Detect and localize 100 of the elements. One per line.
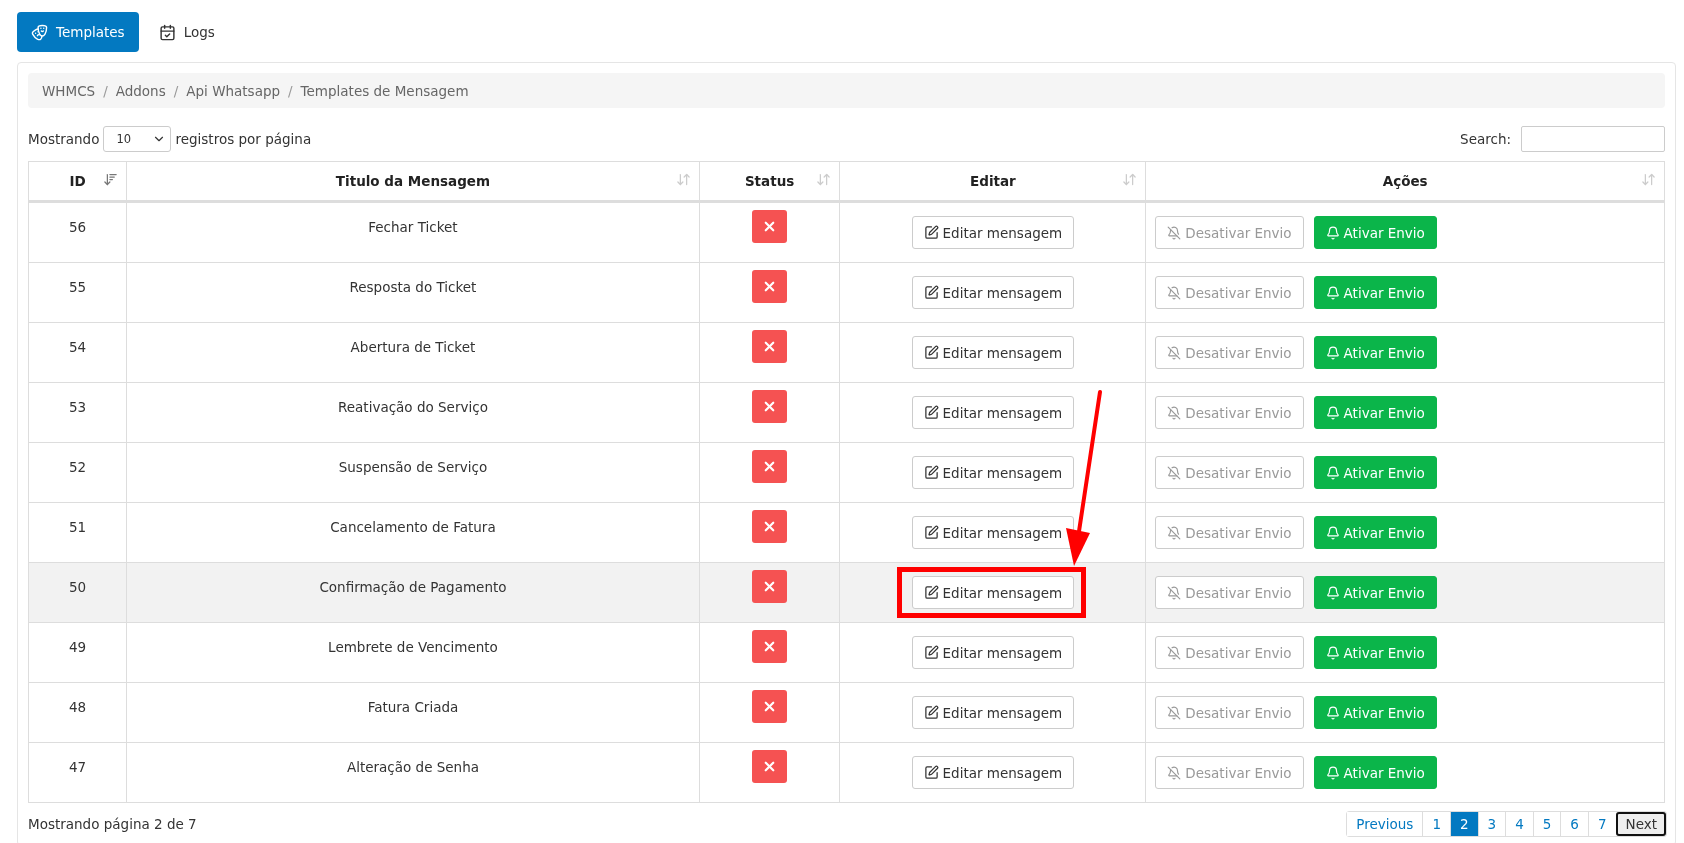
- bell-off-icon: [1167, 345, 1182, 360]
- edit-icon: [923, 585, 939, 600]
- status-button[interactable]: [752, 630, 788, 663]
- table-cell: 56: [69, 218, 87, 235]
- enable-sending-button[interactable]: Ativar Envio: [1313, 396, 1437, 429]
- bell-icon: [1325, 765, 1340, 780]
- bell-icon: [1325, 705, 1340, 720]
- enable-sending-button[interactable]: Ativar Envio: [1313, 636, 1437, 669]
- table-cell: 55: [69, 278, 87, 295]
- edit-message-button[interactable]: Editar mensagem: [911, 756, 1075, 789]
- bell-off-icon: [1167, 585, 1182, 600]
- enable-sending-button[interactable]: Ativar Envio: [1313, 336, 1437, 369]
- table-cell: Resposta do Ticket: [349, 278, 477, 295]
- breadcrumb-separator: /: [288, 82, 293, 99]
- status-button[interactable]: [752, 510, 788, 543]
- edit-message-button[interactable]: Editar mensagem: [911, 276, 1075, 309]
- table-cell: Reativação do Serviço: [338, 398, 488, 415]
- disable-sending-button[interactable]: Desativar Envio: [1155, 336, 1304, 369]
- table-cell: 47: [69, 758, 87, 775]
- table-cell: Fatura Criada: [367, 698, 459, 715]
- status-button[interactable]: [752, 210, 788, 243]
- edit-icon: [923, 405, 939, 420]
- table-cell: 48: [69, 698, 87, 715]
- table-cell: Lembrete de Vencimento: [328, 638, 498, 655]
- disable-sending-button[interactable]: Desativar Envio: [1155, 636, 1304, 669]
- breadcrumb-link[interactable]: Templates de Mensagem: [300, 82, 469, 99]
- enable-sending-button[interactable]: Ativar Envio: [1313, 576, 1437, 609]
- table-cell: Abertura de Ticket: [350, 338, 476, 355]
- page-button[interactable]: 2: [1450, 812, 1478, 836]
- bell-off-icon: [1167, 765, 1182, 780]
- table-cell: 53: [69, 398, 87, 415]
- length-label: Mostrando: [28, 131, 100, 147]
- status-button[interactable]: [752, 270, 788, 303]
- tab[interactable]: Templates: [17, 12, 139, 52]
- status-button[interactable]: [752, 450, 788, 483]
- edit-icon: [923, 345, 939, 360]
- edit-message-button[interactable]: Editar mensagem: [911, 336, 1075, 369]
- table-cell: 51: [69, 518, 87, 535]
- table-cell: 54: [69, 338, 87, 355]
- next-button[interactable]: Next: [1615, 812, 1666, 836]
- disable-sending-button[interactable]: Desativar Envio: [1155, 696, 1304, 729]
- enable-sending-button[interactable]: Ativar Envio: [1313, 216, 1437, 249]
- table-cell: 52: [69, 458, 87, 475]
- breadcrumb-link[interactable]: WHMCS: [42, 82, 96, 99]
- bell-icon: [1325, 465, 1340, 480]
- enable-sending-button[interactable]: Ativar Envio: [1313, 756, 1437, 789]
- tab[interactable]: Logs: [144, 12, 229, 52]
- edit-message-button[interactable]: Editar mensagem: [911, 216, 1075, 249]
- disable-sending-button[interactable]: Desativar Envio: [1155, 276, 1304, 309]
- status-button[interactable]: [752, 390, 788, 423]
- status-button[interactable]: [752, 570, 788, 603]
- table-cell: 49: [69, 638, 87, 655]
- table-cell: Suspensão de Serviço: [338, 458, 488, 475]
- edit-message-button[interactable]: Editar mensagem: [911, 396, 1075, 429]
- edit-icon: [923, 765, 939, 780]
- page-length-select[interactable]: 10: [103, 126, 172, 152]
- sort-icon: [816, 172, 832, 187]
- status-button[interactable]: [752, 750, 788, 783]
- table-cell: Alteração de Senha: [346, 758, 479, 775]
- bell-icon: [1325, 585, 1340, 600]
- disable-sending-button[interactable]: Desativar Envio: [1155, 516, 1304, 549]
- search-field[interactable]: [1521, 126, 1665, 152]
- bell-off-icon: [1167, 705, 1182, 720]
- edit-message-button[interactable]: Editar mensagem: [911, 636, 1075, 669]
- breadcrumb-link[interactable]: Addons: [115, 82, 166, 99]
- breadcrumb-separator: /: [103, 82, 108, 99]
- enable-sending-button[interactable]: Ativar Envio: [1313, 456, 1437, 489]
- masks-icon: [31, 23, 48, 41]
- edit-icon: [923, 645, 939, 660]
- disable-sending-button[interactable]: Desativar Envio: [1155, 576, 1304, 609]
- breadcrumb-separator: /: [173, 82, 179, 99]
- disable-sending-button[interactable]: Desativar Envio: [1155, 456, 1304, 489]
- enable-sending-button[interactable]: Ativar Envio: [1313, 276, 1437, 309]
- status-button[interactable]: [752, 330, 788, 363]
- disable-sending-button[interactable]: Desativar Envio: [1155, 216, 1304, 249]
- edit-icon: [923, 465, 939, 480]
- breadcrumb-link[interactable]: Api Whatsapp: [186, 82, 281, 99]
- bell-icon: [1325, 645, 1340, 660]
- search-label: Search:: [1460, 131, 1511, 147]
- edit-message-button[interactable]: Editar mensagem: [911, 576, 1075, 609]
- status-button[interactable]: [752, 690, 788, 723]
- edit-icon: [923, 525, 939, 540]
- table-cell: Fechar Ticket: [368, 218, 458, 235]
- table-cell: Confirmação de Pagamento: [319, 578, 507, 595]
- sort-icon: [675, 172, 691, 187]
- bell-off-icon: [1167, 405, 1182, 420]
- edit-message-button[interactable]: Editar mensagem: [911, 696, 1075, 729]
- bell-icon: [1325, 285, 1340, 300]
- edit-message-button[interactable]: Editar mensagem: [911, 456, 1075, 489]
- edit-icon: [923, 225, 939, 240]
- enable-sending-button[interactable]: Ativar Envio: [1313, 696, 1437, 729]
- bell-icon: [1325, 525, 1340, 540]
- disable-sending-button[interactable]: Desativar Envio: [1155, 396, 1304, 429]
- bell-icon: [1325, 225, 1340, 240]
- edit-message-button[interactable]: Editar mensagem: [911, 516, 1075, 549]
- disable-sending-button[interactable]: Desativar Envio: [1155, 756, 1304, 789]
- enable-sending-button[interactable]: Ativar Envio: [1313, 516, 1437, 549]
- sort-descending-icon: [103, 172, 119, 187]
- bell-off-icon: [1167, 465, 1182, 480]
- bell-off-icon: [1167, 285, 1182, 300]
